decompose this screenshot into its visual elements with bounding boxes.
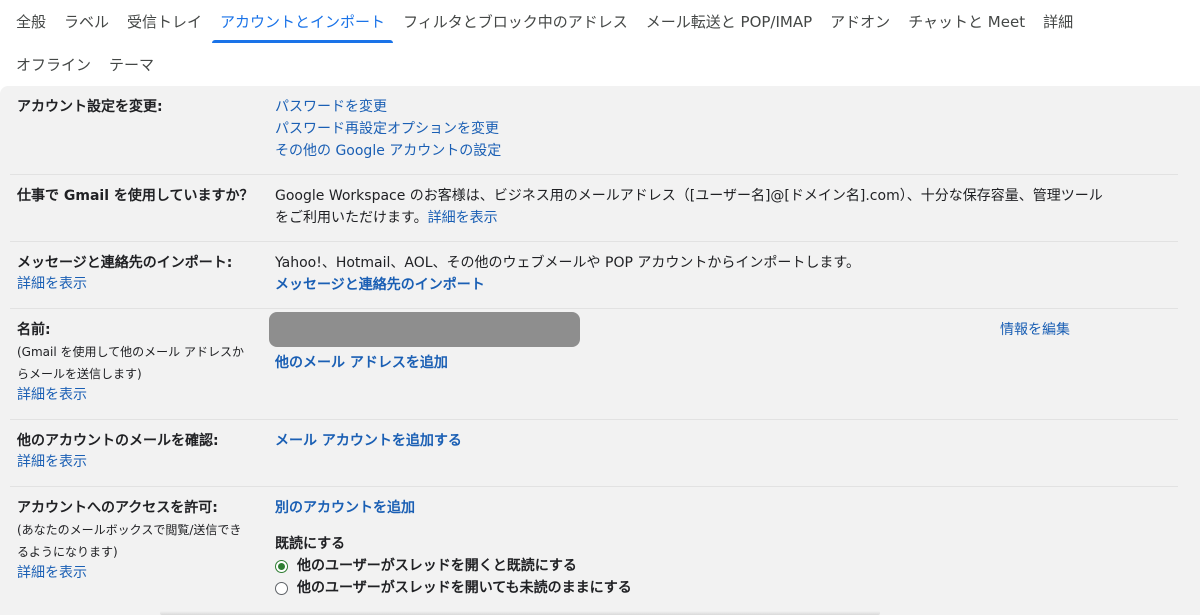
change-password-link[interactable]: パスワードを変更 bbox=[275, 96, 501, 118]
grant-access-sub-line2: るようになります) bbox=[17, 545, 118, 559]
workspace-learn-more-link[interactable]: 詳細を表示 bbox=[428, 210, 498, 226]
workspace-text-line2: をご利用いただけます。 bbox=[275, 210, 428, 226]
tab-chat-meet[interactable]: チャットと Meet bbox=[900, 0, 1033, 43]
tab-filters-blocked[interactable]: フィルタとブロック中のアドレス bbox=[395, 0, 636, 43]
import-learn-more-link[interactable]: 詳細を表示 bbox=[17, 274, 232, 295]
keep-unread-option[interactable]: 他のユーザーがスレッドを開いても未読のままにする bbox=[275, 577, 632, 599]
tab-offline[interactable]: オフライン bbox=[8, 43, 99, 86]
name-sub-line1: (Gmail を使用して他のメール アドレスか bbox=[17, 345, 244, 359]
keep-unread-option-label: 他のユーザーがスレッドを開いても未読のままにする bbox=[297, 580, 632, 596]
add-another-account-link[interactable]: 別のアカウントを追加 bbox=[275, 497, 632, 519]
account-settings-title: アカウント設定を変更: bbox=[17, 99, 163, 115]
mark-read-option-label: 他のユーザーがスレッドを開くと既読にする bbox=[297, 558, 577, 574]
import-title: メッセージと連絡先のインポート: bbox=[17, 255, 233, 271]
tab-themes[interactable]: テーマ bbox=[101, 43, 162, 86]
radio-unselected-icon[interactable] bbox=[275, 581, 288, 595]
grant-access-learn-more-link[interactable]: 詳細を表示 bbox=[17, 563, 241, 584]
grant-access-title: アカウントへのアクセスを許可: bbox=[17, 500, 218, 516]
name-row: 名前: (Gmail を使用して他のメール アドレスか らメールを送信します) … bbox=[10, 309, 1178, 420]
import-mail-contacts-link[interactable]: メッセージと連絡先のインポート bbox=[275, 274, 860, 296]
edit-info-link[interactable]: 情報を編集 bbox=[1000, 319, 1070, 339]
add-mail-account-link[interactable]: メール アカウントを追加する bbox=[275, 430, 462, 452]
grant-access-row: アカウントへのアクセスを許可: (あなたのメールボックスで閲覧/送信でき るよう… bbox=[10, 487, 1178, 615]
settings-panel: アカウント設定を変更: パスワードを変更 パスワード再設定オプションを変更 その… bbox=[0, 86, 1200, 615]
tab-row-1: 全般 ラベル 受信トレイ アカウントとインポート フィルタとブロック中のアドレス… bbox=[0, 0, 1081, 43]
tab-advanced[interactable]: 詳細 bbox=[1035, 0, 1081, 43]
mark-read-option[interactable]: 他のユーザーがスレッドを開くと既読にする bbox=[275, 555, 632, 577]
name-sub-line2: らメールを送信します) bbox=[17, 367, 142, 381]
mark-as-read-heading: 既読にする bbox=[275, 536, 346, 552]
tab-row-2: オフライン テーマ bbox=[0, 43, 162, 86]
import-description: Yahoo!、Hotmail、AOL、その他のウェブメールや POP アカウント… bbox=[275, 255, 860, 271]
grant-access-sub-line1: (あなたのメールボックスで閲覧/送信でき bbox=[17, 523, 242, 537]
tab-inbox[interactable]: 受信トレイ bbox=[119, 0, 210, 43]
scroll-shadow bbox=[160, 611, 880, 615]
import-row: メッセージと連絡先のインポート: 詳細を表示 Yahoo!、Hotmail、AO… bbox=[10, 242, 1178, 309]
workspace-title: 仕事で Gmail を使用していますか？ bbox=[17, 188, 254, 204]
workspace-text-line1: Google Workspace のお客様は、ビジネス用のメールアドレス（[ユー… bbox=[275, 188, 1103, 204]
workspace-row: 仕事で Gmail を使用していますか？ Google Workspace のお… bbox=[10, 175, 1178, 242]
check-mail-learn-more-link[interactable]: 詳細を表示 bbox=[17, 452, 219, 473]
tab-general[interactable]: 全般 bbox=[8, 0, 54, 43]
account-settings-row: アカウント設定を変更: パスワードを変更 パスワード再設定オプションを変更 その… bbox=[10, 86, 1178, 175]
tab-labels[interactable]: ラベル bbox=[56, 0, 117, 43]
tab-accounts-import[interactable]: アカウントとインポート bbox=[212, 0, 394, 43]
settings-tab-bar: 全般 ラベル 受信トレイ アカウントとインポート フィルタとブロック中のアドレス… bbox=[0, 0, 1200, 86]
add-another-address-link[interactable]: 他のメール アドレスを追加 bbox=[275, 352, 448, 374]
check-mail-row: 他のアカウントのメールを確認: 詳細を表示 メール アカウントを追加する bbox=[10, 420, 1178, 487]
name-learn-more-link[interactable]: 詳細を表示 bbox=[17, 385, 244, 406]
tab-forwarding-pop-imap[interactable]: メール転送と POP/IMAP bbox=[638, 0, 820, 43]
other-google-settings-link[interactable]: その他の Google アカウントの設定 bbox=[275, 140, 501, 162]
check-mail-title: 他のアカウントのメールを確認: bbox=[17, 433, 219, 449]
redacted-name-field bbox=[269, 312, 580, 347]
password-recovery-link[interactable]: パスワード再設定オプションを変更 bbox=[275, 118, 501, 140]
tab-addons[interactable]: アドオン bbox=[822, 0, 898, 43]
name-title: 名前: bbox=[17, 322, 51, 338]
radio-selected-icon[interactable] bbox=[275, 559, 288, 573]
